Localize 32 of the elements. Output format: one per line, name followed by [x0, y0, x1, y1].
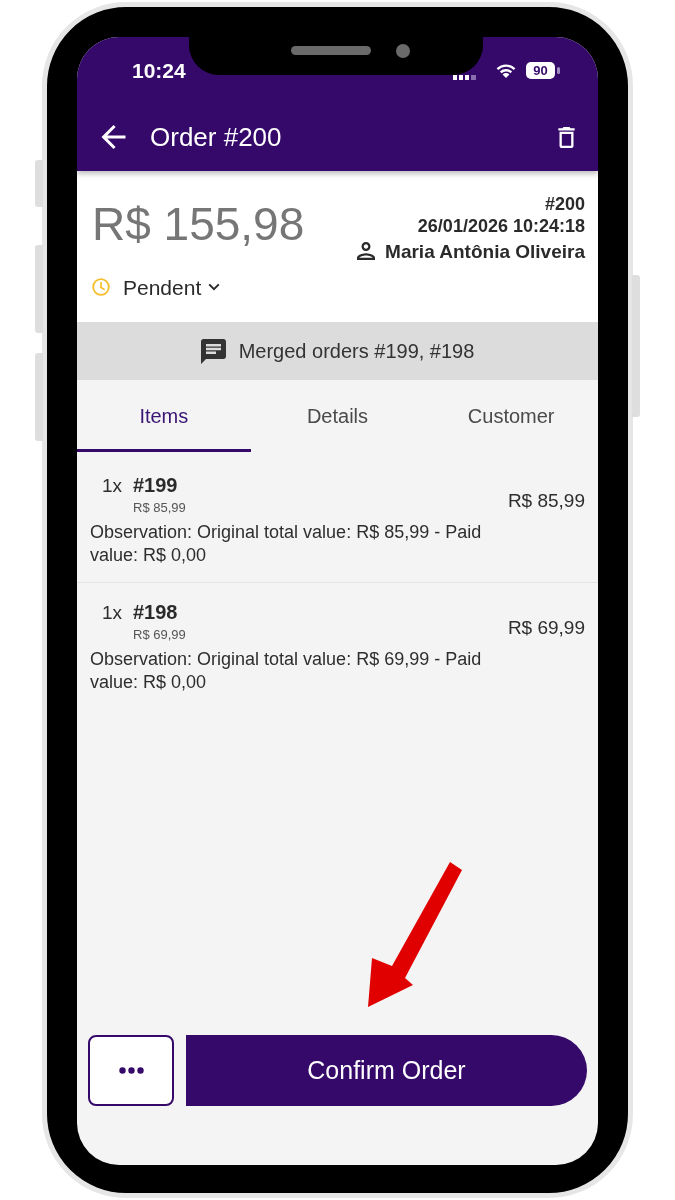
tab[interactable]: Details [250, 380, 425, 452]
status-dropdown[interactable]: Pendent [123, 276, 221, 298]
customer-name: Maria Antônia Oliveira [385, 241, 585, 261]
page-title: Order #200 [150, 124, 282, 150]
item-total: R$ 85,99 [507, 490, 585, 510]
person-icon [357, 242, 376, 260]
order-total: R$ 155,98 [92, 198, 305, 251]
more-options-button[interactable] [88, 1035, 174, 1106]
item-unit-price: R$ 85,99 [133, 500, 186, 514]
item-observation: Observation: Original total value: R$ 85,99 - Paid value: R$ 0,00 [90, 521, 483, 567]
chat-icon [200, 338, 226, 364]
order-datetime: 26/01/2026 10:24:18 [417, 215, 585, 237]
item-quantity: 1x [102, 475, 124, 495]
tab[interactable]: Items [77, 380, 251, 452]
signal-icon [453, 75, 477, 80]
order-number: #200 [544, 193, 585, 215]
more-dots-icon [118, 1067, 144, 1074]
tab[interactable]: Customer [424, 380, 598, 452]
item-total: R$ 69,99 [507, 617, 585, 637]
merged-orders-text: Merged orders #199, #198 [238, 341, 475, 361]
item-quantity: 1x [102, 602, 124, 622]
back-arrow-icon [100, 125, 126, 149]
status-time: 10:24 [132, 59, 186, 81]
item-name: #199 [133, 475, 178, 495]
confirm-order-button[interactable]: Confirm Order [186, 1035, 587, 1106]
chevron-down-icon [208, 283, 221, 291]
clock-icon [92, 278, 110, 296]
trash-icon [557, 126, 575, 148]
wifi-icon [496, 62, 516, 78]
item-name: #198 [133, 602, 178, 622]
item-observation: Observation: Original total value: R$ 69,99 - Paid value: R$ 0,00 [90, 648, 483, 694]
item-unit-price: R$ 69,99 [133, 627, 186, 641]
